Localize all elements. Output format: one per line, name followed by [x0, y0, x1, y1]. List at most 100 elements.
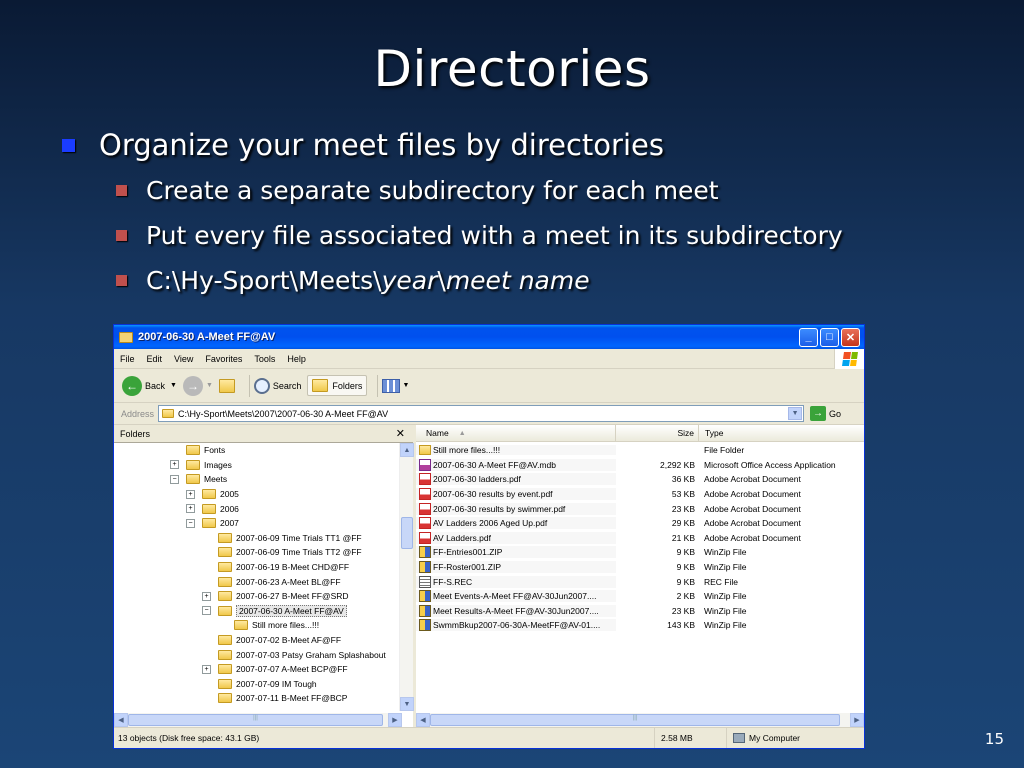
- file-row[interactable]: Meet Events-A-Meet FF@AV-30Jun2007.... 2 …: [416, 589, 864, 604]
- tree-item[interactable]: Still more files...!!!: [218, 618, 319, 633]
- tree-item[interactable]: −2007: [186, 516, 239, 531]
- minimize-button[interactable]: _: [799, 327, 818, 347]
- forward-arrow-icon: →: [182, 375, 203, 396]
- scroll-up-icon[interactable]: ▲: [400, 443, 414, 457]
- slide-title: Directories: [373, 40, 651, 98]
- file-row[interactable]: 2007-06-30 results by swimmer.pdf 23 KB Ad…: [416, 501, 864, 516]
- menu-file[interactable]: File: [114, 354, 141, 364]
- maximize-button[interactable]: □: [820, 327, 839, 347]
- pdf-file-icon: [419, 517, 431, 530]
- file-row[interactable]: FF-Roster001.ZIP 9 KB WinZip File: [416, 560, 864, 575]
- go-arrow-icon: →: [810, 406, 827, 421]
- scroll-right-icon[interactable]: ▶: [388, 713, 402, 727]
- folder-icon: [218, 635, 232, 646]
- bullet-square-icon: [116, 275, 127, 286]
- vertical-scrollbar[interactable]: ▲ ▼: [399, 443, 414, 711]
- tree-item[interactable]: + Images: [170, 458, 232, 473]
- tree-item[interactable]: +2005: [186, 487, 239, 502]
- up-folder-icon: [218, 378, 235, 393]
- tree-item[interactable]: Fonts: [170, 443, 225, 458]
- tree-item[interactable]: +2006: [186, 501, 239, 516]
- column-size[interactable]: Size: [616, 425, 699, 441]
- file-row[interactable]: Still more files...!!! File Folder: [416, 443, 864, 458]
- go-button[interactable]: → Go: [810, 406, 841, 421]
- folder-tree: Fonts + Images − Meets +2005 +2006 −2007 2…: [114, 443, 402, 711]
- menu-favorites[interactable]: Favorites: [199, 354, 248, 364]
- expand-toggle[interactable]: +: [170, 460, 179, 470]
- dropdown-arrow-icon[interactable]: ▼: [206, 382, 213, 389]
- expand-toggle[interactable]: +: [202, 664, 211, 674]
- address-bar: Address C:\Hy-Sport\Meets\2007\2007-06-3…: [114, 403, 864, 425]
- scroll-left-icon[interactable]: ◀: [416, 713, 430, 727]
- folder-icon: [419, 445, 431, 456]
- scroll-thumb[interactable]: [401, 517, 413, 549]
- column-name[interactable]: Name ▲: [416, 425, 616, 441]
- scroll-right-icon[interactable]: ▶: [850, 713, 864, 727]
- views-button[interactable]: ▼: [382, 378, 410, 393]
- tree-item[interactable]: 2007-06-23 A-Meet BL@FF: [202, 574, 341, 589]
- expand-toggle[interactable]: +: [202, 591, 211, 601]
- status-bar: 13 objects (Disk free space: 43.1 GB) 2.…: [114, 727, 864, 748]
- file-row[interactable]: AV Ladders 2006 Aged Up.pdf 29 KB Adobe Ac…: [416, 516, 864, 531]
- scroll-thumb[interactable]: |||: [128, 714, 383, 726]
- folders-button[interactable]: Folders: [307, 375, 368, 396]
- collapse-toggle[interactable]: −: [170, 474, 179, 484]
- menu-tools[interactable]: Tools: [248, 354, 281, 364]
- folder-icon: [218, 693, 232, 704]
- back-arrow-icon: ←: [122, 375, 142, 396]
- chevron-down-icon[interactable]: ▼: [788, 407, 803, 420]
- tree-item[interactable]: 2007-06-09 Time Trials TT2 @FF: [202, 545, 362, 560]
- bullet-level1: Organize your meet files by directories: [62, 128, 664, 162]
- collapse-toggle[interactable]: −: [186, 518, 195, 528]
- tree-item[interactable]: +2007-07-07 A-Meet BCP@FF: [202, 662, 348, 677]
- pdf-file-icon: [419, 473, 431, 486]
- file-row[interactable]: 2007-06-30 results by event.pdf 53 KB Adob…: [416, 487, 864, 502]
- folders-pane: Folders ✕ Fonts + Images − Meets +2005 +20…: [114, 425, 416, 727]
- search-button[interactable]: Search: [253, 377, 301, 394]
- close-button[interactable]: ✕: [841, 327, 860, 347]
- address-input[interactable]: C:\Hy-Sport\Meets\2007\2007-06-30 A-Meet…: [158, 405, 805, 422]
- horizontal-scrollbar[interactable]: ◀ ||| ▶: [114, 713, 402, 727]
- file-row[interactable]: FF-Entries001.ZIP 9 KB WinZip File: [416, 545, 864, 560]
- tree-item[interactable]: − Meets: [170, 472, 227, 487]
- folder-icon: [218, 678, 232, 689]
- collapse-toggle[interactable]: −: [202, 606, 211, 616]
- title-bar[interactable]: 2007-06-30 A-Meet FF@AV _ □ ✕: [114, 325, 864, 349]
- file-row[interactable]: AV Ladders.pdf 21 KB Adobe Acrobat Documen…: [416, 531, 864, 546]
- tree-item[interactable]: 2007-07-03 Patsy Graham Splashabout: [202, 647, 386, 662]
- column-type[interactable]: Type: [699, 425, 864, 441]
- scroll-down-icon[interactable]: ▼: [400, 697, 414, 711]
- file-row[interactable]: SwmmBkup2007-06-30A-MeetFF@AV-01.... 143 …: [416, 618, 864, 633]
- bullet-square-icon: [116, 185, 127, 196]
- tree-item[interactable]: 2007-07-02 B-Meet AF@FF: [202, 633, 341, 648]
- horizontal-scrollbar[interactable]: ◀ ||| ▶: [416, 713, 864, 727]
- forward-button[interactable]: → ▼: [182, 375, 213, 396]
- status-location: My Computer: [727, 733, 800, 743]
- dropdown-arrow-icon[interactable]: ▼: [170, 382, 177, 389]
- menu-edit[interactable]: Edit: [141, 354, 169, 364]
- tree-item-selected[interactable]: −2007-06-30 A-Meet FF@AV: [202, 604, 347, 619]
- scroll-left-icon[interactable]: ◀: [114, 713, 128, 727]
- close-icon[interactable]: ✕: [396, 427, 405, 440]
- tree-item[interactable]: 2007-06-19 B-Meet CHD@FF: [202, 560, 349, 575]
- file-row[interactable]: Meet Results-A-Meet FF@AV-30Jun2007.... 2…: [416, 604, 864, 619]
- expand-toggle[interactable]: +: [186, 504, 195, 514]
- scroll-thumb[interactable]: |||: [430, 714, 840, 726]
- menu-help[interactable]: Help: [281, 354, 312, 364]
- menu-bar: File Edit View Favorites Tools Help: [114, 349, 864, 369]
- file-list: Still more files...!!! File Folder 2007-0…: [416, 443, 864, 633]
- tree-item[interactable]: 2007-07-09 IM Tough: [202, 677, 317, 692]
- file-row[interactable]: 2007-06-30 A-Meet FF@AV.mdb 2,292 KB Micro…: [416, 458, 864, 473]
- tree-item[interactable]: 2007-07-11 B-Meet FF@BCP: [202, 691, 347, 706]
- folders-pane-header: Folders ✕: [114, 425, 413, 443]
- folder-icon: [218, 562, 232, 573]
- file-row[interactable]: 2007-06-30 ladders.pdf 36 KB Adobe Acrobat…: [416, 472, 864, 487]
- expand-toggle[interactable]: +: [186, 489, 195, 499]
- menu-view[interactable]: View: [168, 354, 199, 364]
- file-row[interactable]: FF-S.REC 9 KB REC File: [416, 574, 864, 589]
- dropdown-arrow-icon: ▼: [402, 382, 410, 389]
- tree-item[interactable]: 2007-06-09 Time Trials TT1 @FF: [202, 531, 362, 546]
- up-folder-button[interactable]: [218, 378, 239, 393]
- back-button[interactable]: ← Back ▼: [122, 375, 177, 396]
- tree-item[interactable]: +2007-06-27 B-Meet FF@SRD: [202, 589, 349, 604]
